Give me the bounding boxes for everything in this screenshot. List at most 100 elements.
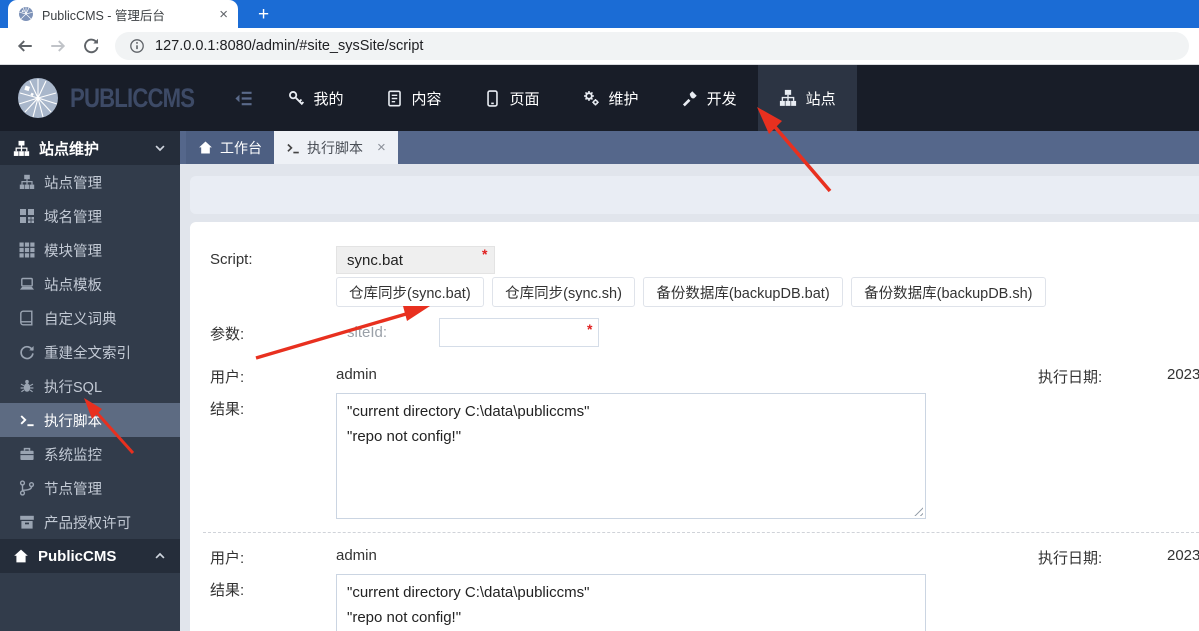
script-input[interactable] — [336, 246, 495, 274]
result-label: 结果: — [210, 401, 245, 418]
params-row: 参数: siteId: * — [210, 318, 1199, 347]
nav-item-label: 我的 — [313, 90, 344, 108]
browser-tab[interactable]: PublicCMS - 管理后台 × — [8, 0, 238, 28]
sidebar-item-system-monitor[interactable]: 系统监控 — [0, 437, 180, 471]
sidebar-item-domain-management[interactable]: 域名管理 — [0, 199, 180, 233]
outdent-icon[interactable] — [234, 89, 253, 108]
brand[interactable]: PUBLICCMS — [0, 76, 234, 120]
siteid-input[interactable] — [439, 318, 600, 347]
script-label: Script: — [210, 251, 253, 268]
sidebar-item-rebuild-index[interactable]: 重建全文索引 — [0, 335, 180, 369]
preset-backupdb-bat-button[interactable]: 备份数据库(backupDB.bat) — [643, 277, 843, 307]
tab-execute-script[interactable]: 执行脚本 × — [274, 131, 398, 164]
nav-item-content[interactable]: 内容 — [365, 65, 463, 131]
sidebar-item-label: 站点管理 — [44, 175, 102, 192]
sidebar-item-module-management[interactable]: 模块管理 — [0, 233, 180, 267]
laptop-icon — [20, 277, 34, 290]
exec-date-label: 执行日期: — [1038, 550, 1103, 567]
browser-tab-strip: PublicCMS - 管理后台 × + — [0, 0, 1199, 28]
terminal-icon — [20, 415, 34, 427]
grid-icon — [19, 242, 35, 258]
sidebar-item-label: 执行SQL — [44, 379, 103, 396]
publiccms-logo-icon — [18, 78, 58, 118]
page-tab-bar: 工作台 执行脚本 × — [180, 131, 1199, 164]
favicon-icon — [19, 7, 33, 21]
record-divider — [203, 532, 1199, 533]
sidebar-section-site-maintenance[interactable]: 站点维护 — [0, 131, 180, 165]
forward-icon[interactable] — [49, 37, 67, 55]
chevron-down-icon — [155, 145, 165, 152]
preset-sync-sh-button[interactable]: 仓库同步(sync.sh) — [492, 277, 635, 307]
sitemap-icon — [13, 140, 30, 156]
nav-item-label: 站点 — [805, 90, 836, 108]
reload-icon[interactable] — [82, 37, 100, 55]
content-area: Script: * 仓库同步(sync.bat) 仓库同步(sync.sh) 备… — [180, 164, 1199, 631]
chevron-up-icon — [155, 552, 165, 559]
briefcase-icon — [20, 447, 34, 460]
sidebar-item-site-template[interactable]: 站点模板 — [0, 267, 180, 301]
mobile-icon — [486, 89, 498, 107]
info-icon[interactable] — [129, 38, 145, 54]
new-tab-button[interactable]: + — [258, 5, 269, 24]
sidebar-item-execute-script[interactable]: 执行脚本 — [0, 403, 180, 437]
sidebar-item-label: 执行脚本 — [44, 413, 102, 430]
tab-label: 工作台 — [220, 139, 262, 156]
file-icon — [387, 89, 401, 107]
tab-close-icon[interactable]: × — [377, 139, 386, 156]
tab-label: 执行脚本 — [307, 139, 363, 156]
sidebar-item-label: 节点管理 — [44, 481, 102, 498]
nav-item-page[interactable]: 页面 — [463, 65, 561, 131]
sidebar-item-custom-dictionary[interactable]: 自定义词典 — [0, 301, 180, 335]
sidebar-item-label: 模块管理 — [44, 243, 102, 260]
tab-workbench[interactable]: 工作台 — [186, 131, 274, 164]
terminal-icon — [287, 143, 299, 153]
branch-icon — [19, 480, 35, 496]
top-navigation: PUBLICCMS 我的 内容 页面 维护 开发 站点 — [0, 65, 1199, 131]
user-label: 用户: — [210, 550, 245, 567]
result-label: 结果: — [210, 582, 245, 599]
user-value: admin — [336, 366, 377, 383]
home-icon — [199, 141, 212, 154]
nav-item-develop[interactable]: 开发 — [660, 65, 758, 131]
exec-date-value: 2023 — [1167, 366, 1199, 383]
sidebar-item-site-management[interactable]: 站点管理 — [0, 165, 180, 199]
siteid-label: siteId: — [347, 324, 388, 341]
nav-item-label: 内容 — [411, 90, 442, 108]
sidebar-item-label: 重建全文索引 — [44, 345, 131, 362]
back-icon[interactable] — [16, 37, 34, 55]
sidebar-item-label: 域名管理 — [44, 209, 102, 226]
nav-item-maintain[interactable]: 维护 — [561, 65, 660, 131]
preset-backupdb-sh-button[interactable]: 备份数据库(backupDB.sh) — [851, 277, 1046, 307]
gears-icon — [583, 91, 599, 106]
key-icon — [288, 90, 304, 105]
home-icon — [14, 549, 28, 563]
sidebar-item-license[interactable]: 产品授权许可 — [0, 505, 180, 539]
record-result-row: 结果: "current directory C:\data\publiccms… — [210, 574, 1199, 631]
record-user-row: 用户: admin 执行日期: 2023 — [210, 542, 1199, 568]
nav-item-site[interactable]: 站点 — [757, 65, 857, 131]
sidebar-item-node-management[interactable]: 节点管理 — [0, 471, 180, 505]
address-bar[interactable]: 127.0.0.1:8080/admin/#site_sysSite/scrip… — [115, 32, 1189, 60]
sidebar-section-publiccms[interactable]: PublicCMS — [0, 539, 180, 573]
sidebar-spacer — [0, 573, 180, 631]
sidebar-item-execute-sql[interactable]: 执行SQL — [0, 369, 180, 403]
nav-item-my[interactable]: 我的 — [267, 65, 365, 131]
result-textarea[interactable]: "current directory C:\data\publiccms" "r… — [336, 393, 926, 519]
tab-close-icon[interactable]: × — [219, 7, 228, 22]
result-textarea[interactable]: "current directory C:\data\publiccms" "r… — [336, 574, 926, 631]
record-user-row: 用户: admin 执行日期: 2023 — [210, 361, 1199, 387]
exec-date-value: 2023 — [1167, 547, 1199, 564]
archive-icon — [20, 515, 34, 529]
bug-icon — [20, 379, 34, 393]
sidebar: 站点维护 站点管理 域名管理 模块管理 站点模板 自定义词典 重建全文索引 执行… — [0, 131, 180, 631]
url-text: 127.0.0.1:8080/admin/#site_sysSite/scrip… — [155, 38, 424, 54]
required-asterisk: * — [587, 321, 593, 337]
preset-sync-bat-button[interactable]: 仓库同步(sync.bat) — [336, 277, 484, 307]
brand-wordmark: PUBLICCMS — [70, 82, 195, 113]
book-icon — [20, 310, 33, 326]
sync-icon — [20, 345, 34, 360]
exec-date-label: 执行日期: — [1038, 369, 1103, 386]
record-result-row: 结果: "current directory C:\data\publiccms… — [210, 393, 1199, 519]
nav-item-label: 开发 — [706, 90, 737, 108]
browser-tab-title: PublicCMS - 管理后台 — [42, 8, 165, 23]
